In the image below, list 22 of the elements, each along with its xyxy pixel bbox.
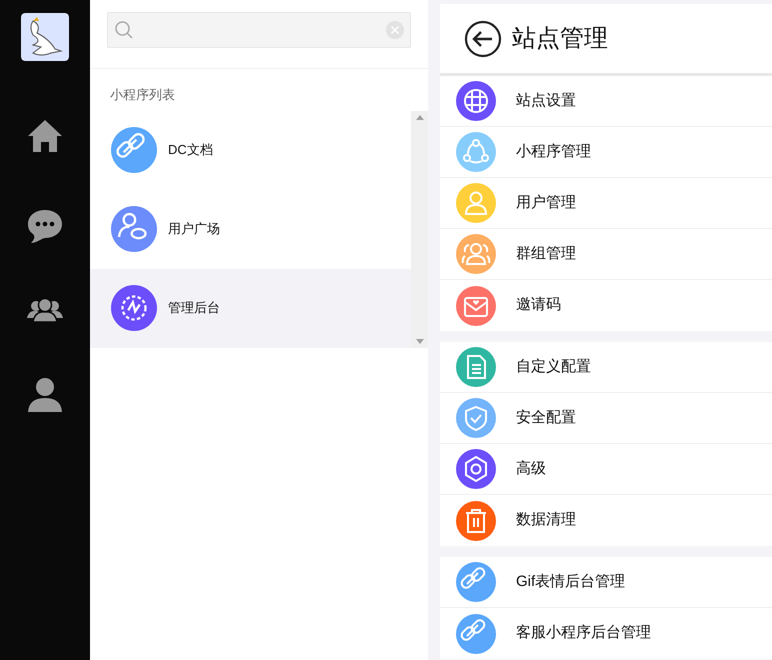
menu-item[interactable]: 客服小程序后台管理 (440, 608, 772, 659)
group-icon[interactable] (27, 298, 63, 322)
menu-item[interactable]: 自定义配置 (440, 342, 772, 393)
chat-icon[interactable] (27, 208, 63, 244)
menu-item[interactable]: 站点设置 (440, 76, 772, 127)
menu-item[interactable]: Gif表情后台管理 (440, 557, 772, 608)
menu-item[interactable]: 高级 (440, 444, 772, 495)
page-title: 站点管理 (512, 24, 608, 54)
person-icon[interactable] (27, 376, 63, 412)
section-label: 小程序列表 (109, 86, 176, 104)
menu-item[interactable]: 用户管理 (440, 178, 772, 229)
logo-icon (21, 13, 69, 61)
menu-item[interactable]: 邀请码 (440, 280, 772, 331)
app-list-item[interactable]: 管理后台 (90, 268, 411, 348)
menu-item[interactable]: 安全配置 (440, 393, 772, 444)
menu-item[interactable]: 数据清理 (440, 495, 772, 546)
menu-item[interactable]: 群组管理 (440, 229, 772, 280)
search-icon (114, 20, 134, 40)
home-icon[interactable] (27, 118, 63, 154)
menu-item[interactable]: 小程序管理 (440, 127, 772, 178)
search-field[interactable] (107, 12, 411, 48)
back-icon[interactable] (464, 20, 502, 58)
